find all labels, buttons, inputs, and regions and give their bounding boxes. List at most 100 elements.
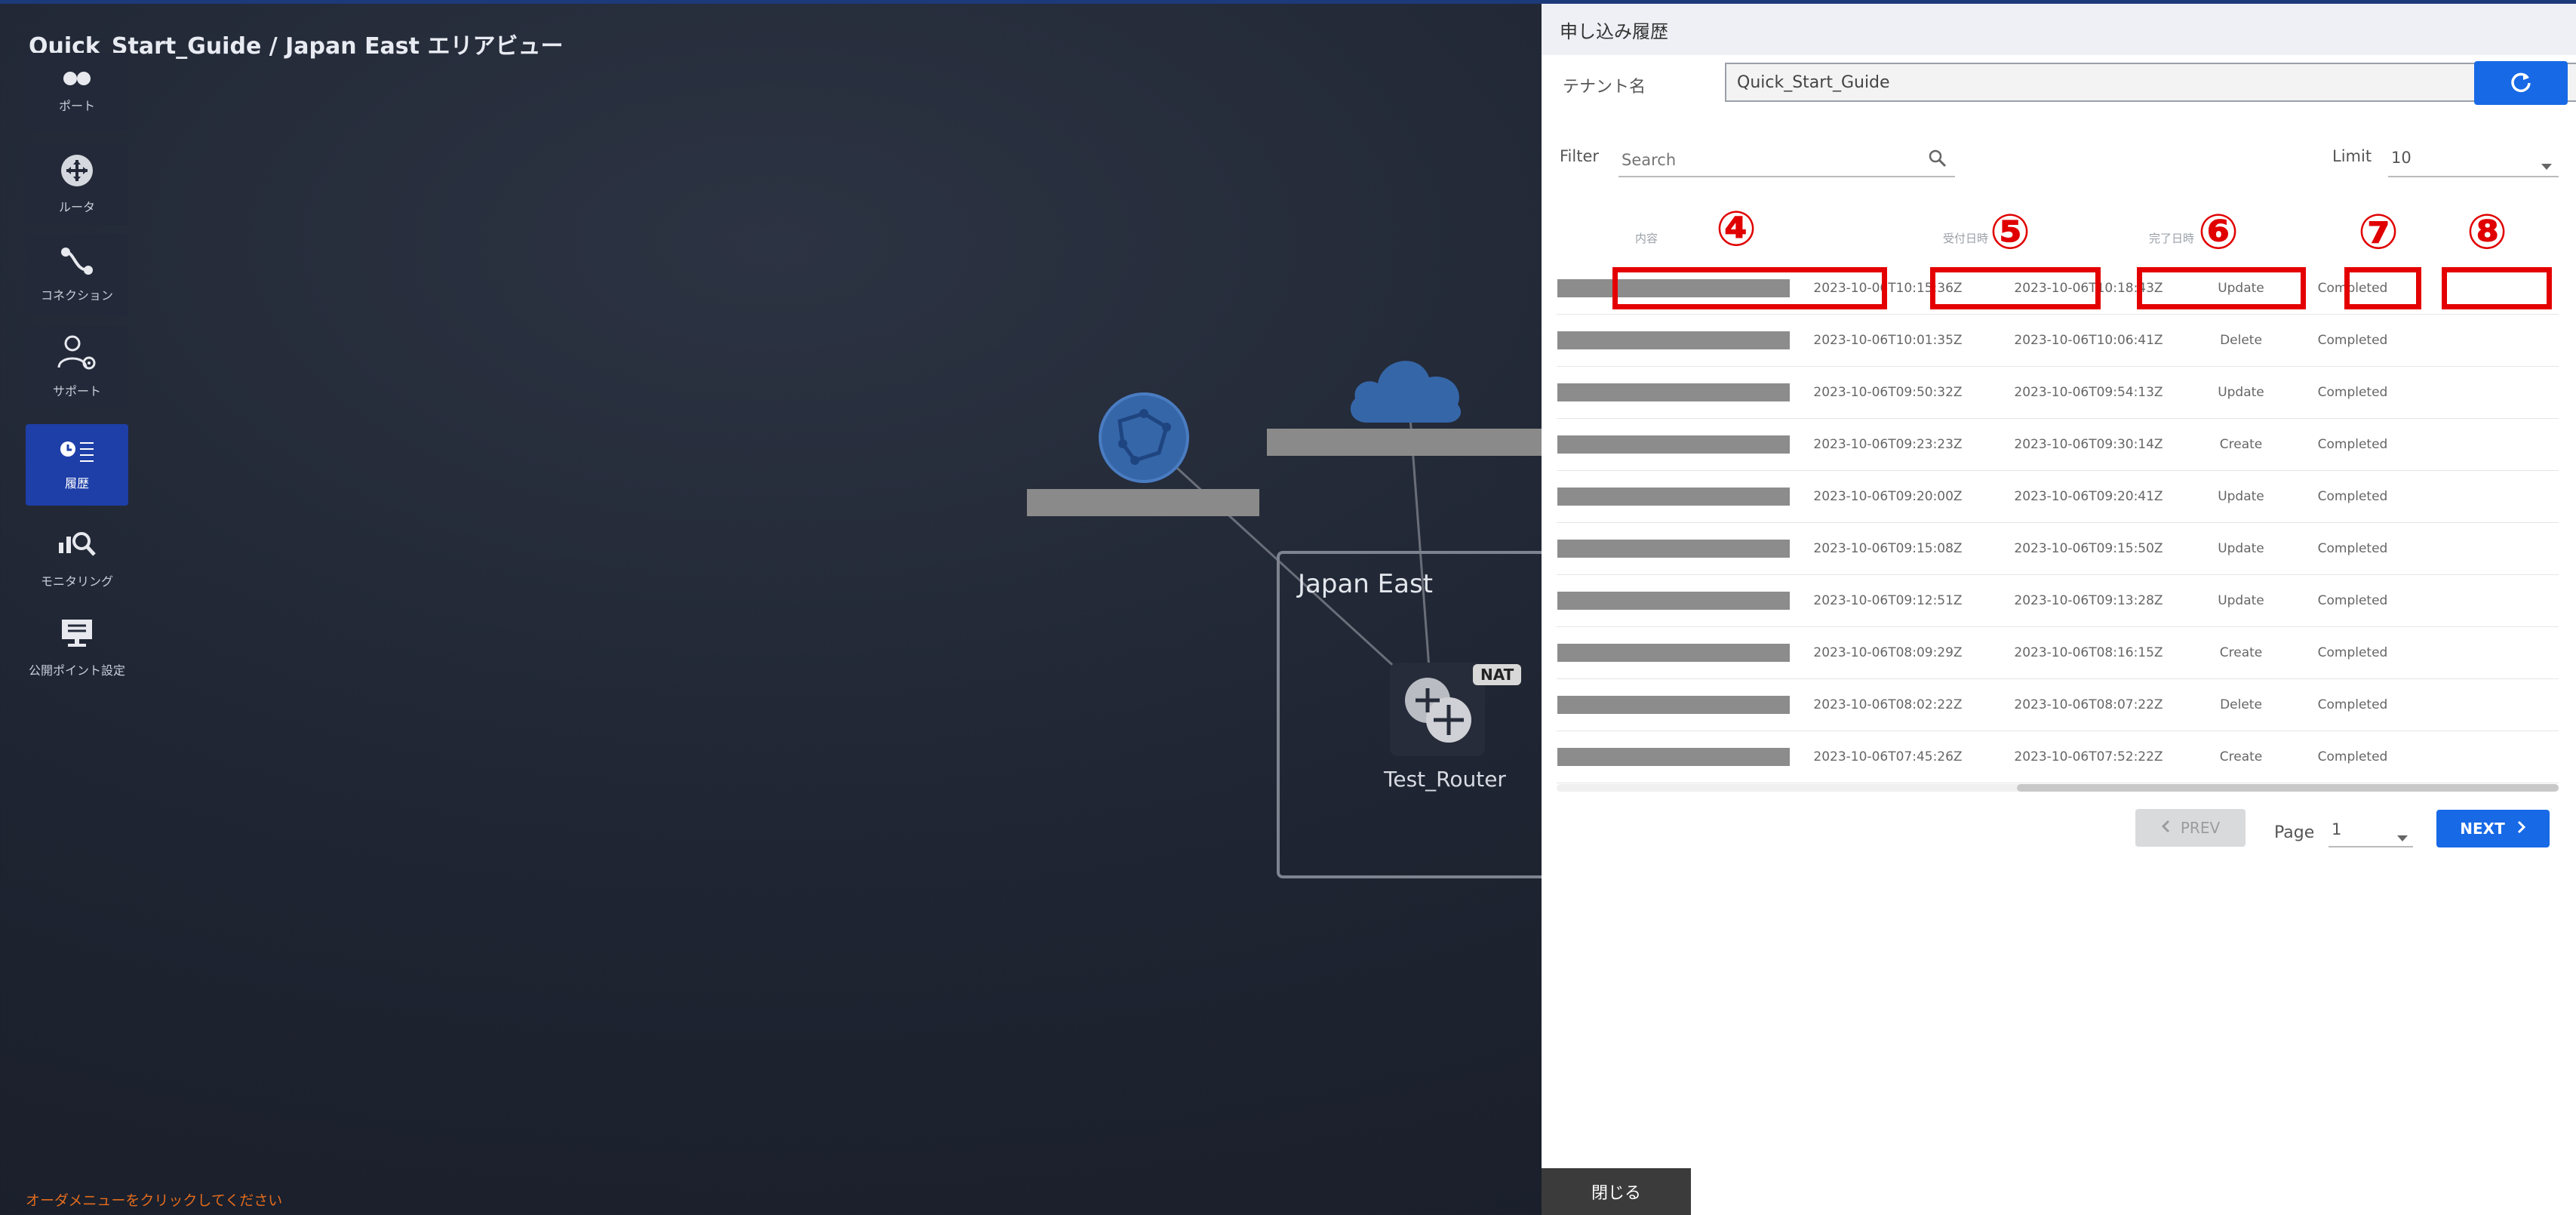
prev-label: PREV <box>2180 819 2221 837</box>
order-type: Update <box>2192 574 2290 627</box>
callout-8: ⑧ <box>2467 205 2508 260</box>
order-status: Completed <box>2290 366 2415 419</box>
received-at: 2023-10-06T09:20:00Z <box>1791 470 1985 523</box>
search-input[interactable] <box>1620 146 1917 174</box>
page-label: Page <box>2274 823 2315 842</box>
redacted-content <box>1557 644 1790 662</box>
order-status: Completed <box>2290 678 2415 731</box>
redacted-node-label <box>1267 429 1542 456</box>
order-type: Delete <box>2192 678 2290 731</box>
close-button[interactable]: 閉じる <box>1542 1168 1691 1215</box>
highlight-box-type <box>2344 267 2421 309</box>
chevron-down-icon <box>2396 828 2408 846</box>
search-icon[interactable] <box>1928 149 1947 171</box>
order-type: Create <box>2192 418 2290 471</box>
order-type: Create <box>2192 626 2290 679</box>
completed-at: 2023-10-06T09:54:13Z <box>1985 366 2192 419</box>
received-at: 2023-10-06T10:01:35Z <box>1791 314 1985 367</box>
column-header-completed: 完了日時 <box>2149 232 2195 245</box>
scrollbar-thumb[interactable] <box>2017 784 2559 792</box>
chevron-left-icon <box>2161 819 2170 837</box>
refresh-icon <box>2510 70 2532 96</box>
area-label: Japan East <box>1298 569 1433 599</box>
router-label: Test_Router <box>1384 767 1506 792</box>
redacted-content <box>1557 696 1790 714</box>
highlight-box-status <box>2442 267 2552 309</box>
order-history-panel: 申し込み履歴 テナント名 Filter Limit 10 内容 受付日時 完了日… <box>1542 4 2576 1215</box>
prev-button[interactable]: PREV <box>2135 809 2246 847</box>
filter-label: Filter <box>1560 147 1600 165</box>
highlight-box-content <box>1612 267 1887 309</box>
completed-at: 2023-10-06T09:15:50Z <box>1985 522 2192 575</box>
next-label: NEXT <box>2460 820 2505 838</box>
received-at: 2023-10-06T07:45:26Z <box>1791 731 1985 783</box>
callout-7: ⑦ <box>2358 205 2399 260</box>
order-type: Update <box>2192 522 2290 575</box>
table-row[interactable]: 2023-10-06T08:02:22Z 2023-10-06T08:07:22Z… <box>1557 678 2559 731</box>
table-row[interactable]: 2023-10-06T07:45:26Z 2023-10-06T07:52:22Z… <box>1557 731 2559 783</box>
order-type: Create <box>2192 731 2290 783</box>
received-at: 2023-10-06T08:02:22Z <box>1791 678 1985 731</box>
redacted-node-label <box>1027 489 1259 516</box>
order-status: Completed <box>2290 574 2415 627</box>
received-at: 2023-10-06T09:15:08Z <box>1791 522 1985 575</box>
limit-select[interactable]: 10 <box>2388 143 2559 177</box>
next-button[interactable]: NEXT <box>2436 810 2550 847</box>
redacted-content <box>1557 748 1790 766</box>
nat-badge: NAT <box>1473 664 1522 685</box>
redacted-content <box>1557 540 1790 558</box>
limit-label: Limit <box>2332 147 2372 165</box>
page-value: 1 <box>2332 820 2342 838</box>
search-box <box>1618 143 1955 177</box>
completed-at: 2023-10-06T08:16:15Z <box>1985 626 2192 679</box>
completed-at: 2023-10-06T09:13:28Z <box>1985 574 2192 627</box>
redacted-content <box>1557 331 1790 349</box>
table-row[interactable]: 2023-10-06T09:12:51Z 2023-10-06T09:13:28Z… <box>1557 574 2559 627</box>
highlight-box-completed <box>2137 267 2306 309</box>
order-type: Update <box>2192 366 2290 419</box>
redacted-content <box>1557 383 1790 401</box>
chevron-right-icon <box>2517 820 2526 838</box>
limit-value: 10 <box>2391 149 2412 167</box>
table-row[interactable]: 2023-10-06T10:01:35Z 2023-10-06T10:06:41Z… <box>1557 314 2559 367</box>
highlight-box-received <box>1930 267 2101 309</box>
internet-globe-icon[interactable] <box>1097 391 1191 488</box>
cloud-icon[interactable] <box>1345 347 1467 429</box>
order-type: Delete <box>2192 314 2290 367</box>
redacted-content <box>1557 435 1790 454</box>
order-status: Completed <box>2290 470 2415 523</box>
callout-4: ④ <box>1716 201 1757 257</box>
router-node[interactable] <box>1390 663 1485 756</box>
completed-at: 2023-10-06T09:20:41Z <box>1985 470 2192 523</box>
order-status: Completed <box>2290 626 2415 679</box>
received-at: 2023-10-06T09:23:23Z <box>1791 418 1985 471</box>
column-header-received: 受付日時 <box>1943 232 1989 245</box>
order-status: Completed <box>2290 522 2415 575</box>
table-row[interactable]: 2023-10-06T09:15:08Z 2023-10-06T09:15:50Z… <box>1557 522 2559 575</box>
column-header-content: 内容 <box>1635 232 1658 245</box>
completed-at: 2023-10-06T07:52:22Z <box>1985 731 2192 783</box>
redacted-content <box>1557 592 1790 610</box>
received-at: 2023-10-06T09:12:51Z <box>1791 574 1985 627</box>
tenant-input[interactable] <box>1725 63 2576 102</box>
router-icon <box>1400 673 1476 752</box>
order-status: Completed <box>2290 418 2415 471</box>
table-row[interactable]: 2023-10-06T09:20:00Z 2023-10-06T09:20:41Z… <box>1557 470 2559 523</box>
order-status: Completed <box>2290 314 2415 367</box>
table-row[interactable]: 2023-10-06T08:09:29Z 2023-10-06T08:16:15Z… <box>1557 626 2559 679</box>
completed-at: 2023-10-06T10:06:41Z <box>1985 314 2192 367</box>
received-at: 2023-10-06T08:09:29Z <box>1791 626 1985 679</box>
order-status: Completed <box>2290 731 2415 783</box>
redacted-content <box>1557 488 1790 506</box>
history-table: 2023-10-06T10:15:36Z 2023-10-06T10:18:43Z… <box>1557 263 2559 783</box>
panel-title: 申し込み履歴 <box>1542 4 2576 55</box>
table-row[interactable]: 2023-10-06T09:23:23Z 2023-10-06T09:30:14Z… <box>1557 418 2559 471</box>
page-select[interactable]: 1 <box>2329 816 2413 847</box>
order-type: Update <box>2192 470 2290 523</box>
refresh-button[interactable] <box>2474 61 2568 105</box>
completed-at: 2023-10-06T08:07:22Z <box>1985 678 2192 731</box>
completed-at: 2023-10-06T09:30:14Z <box>1985 418 2192 471</box>
callout-5: ⑤ <box>1990 205 2031 260</box>
table-row[interactable]: 2023-10-06T09:50:32Z 2023-10-06T09:54:13Z… <box>1557 366 2559 419</box>
chevron-down-icon <box>2541 156 2553 174</box>
